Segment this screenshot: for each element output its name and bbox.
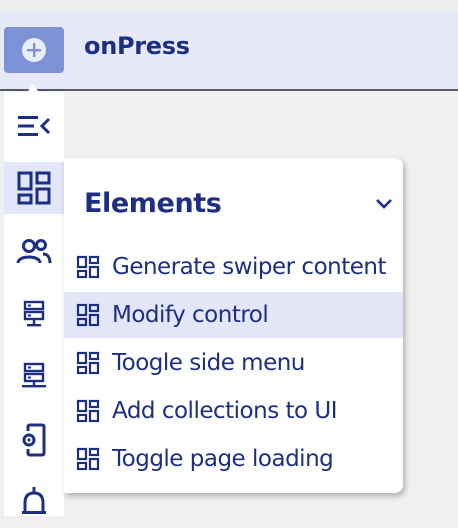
menu-item-toogle-side-menu[interactable]: Toogle side menu bbox=[64, 340, 403, 386]
header: onPress bbox=[0, 10, 458, 91]
sidebar-item-mobile-settings[interactable] bbox=[4, 414, 64, 466]
menu-item-label: Toogle side menu bbox=[112, 350, 305, 376]
menu-item-label: Toggle page loading bbox=[112, 446, 334, 472]
mobile-settings-icon bbox=[22, 423, 46, 457]
menu-item-add-collections-to-ui[interactable]: Add collections to UI bbox=[64, 388, 403, 434]
top-bar: onPress bbox=[0, 0, 458, 92]
sidebar-item-server[interactable] bbox=[4, 288, 64, 340]
users-icon bbox=[16, 239, 52, 264]
menu-item-label: Add collections to UI bbox=[112, 398, 338, 424]
bell-icon bbox=[22, 487, 46, 514]
element-grid-icon bbox=[76, 399, 100, 423]
element-grid-icon bbox=[76, 351, 100, 375]
server-icon bbox=[23, 300, 45, 327]
collapse-menu-icon bbox=[18, 116, 51, 136]
plus-circle-icon bbox=[22, 38, 46, 62]
menu-collapse-toggle[interactable] bbox=[373, 196, 395, 215]
network-server-icon bbox=[22, 362, 46, 388]
menu-item-label: Modify control bbox=[112, 302, 269, 328]
element-grid-icon bbox=[76, 303, 100, 327]
menu-item-toggle-page-loading[interactable]: Toggle page loading bbox=[64, 436, 403, 482]
element-grid-icon bbox=[76, 255, 100, 279]
sidebar-item-elements[interactable] bbox=[4, 162, 64, 214]
sidebar bbox=[4, 92, 64, 516]
elements-flyout-menu: Elements Generate swiper content Modify … bbox=[64, 158, 403, 493]
chevron-down-icon bbox=[376, 199, 392, 209]
sidebar-item-network[interactable] bbox=[4, 350, 64, 402]
app-title: onPress bbox=[84, 32, 190, 60]
menu-item-modify-control[interactable]: Modify control bbox=[64, 292, 403, 338]
elements-grid-icon bbox=[17, 171, 51, 205]
menu-title: Elements bbox=[84, 188, 222, 219]
menu-item-generate-swiper-content[interactable]: Generate swiper content bbox=[64, 244, 403, 290]
sidebar-item-notifications[interactable] bbox=[4, 476, 64, 528]
sidebar-item-collapse[interactable] bbox=[4, 100, 64, 152]
element-grid-icon bbox=[76, 447, 100, 471]
menu-item-label: Generate swiper content bbox=[112, 254, 387, 280]
sidebar-item-users[interactable] bbox=[4, 226, 64, 278]
logo-button[interactable] bbox=[4, 27, 64, 73]
